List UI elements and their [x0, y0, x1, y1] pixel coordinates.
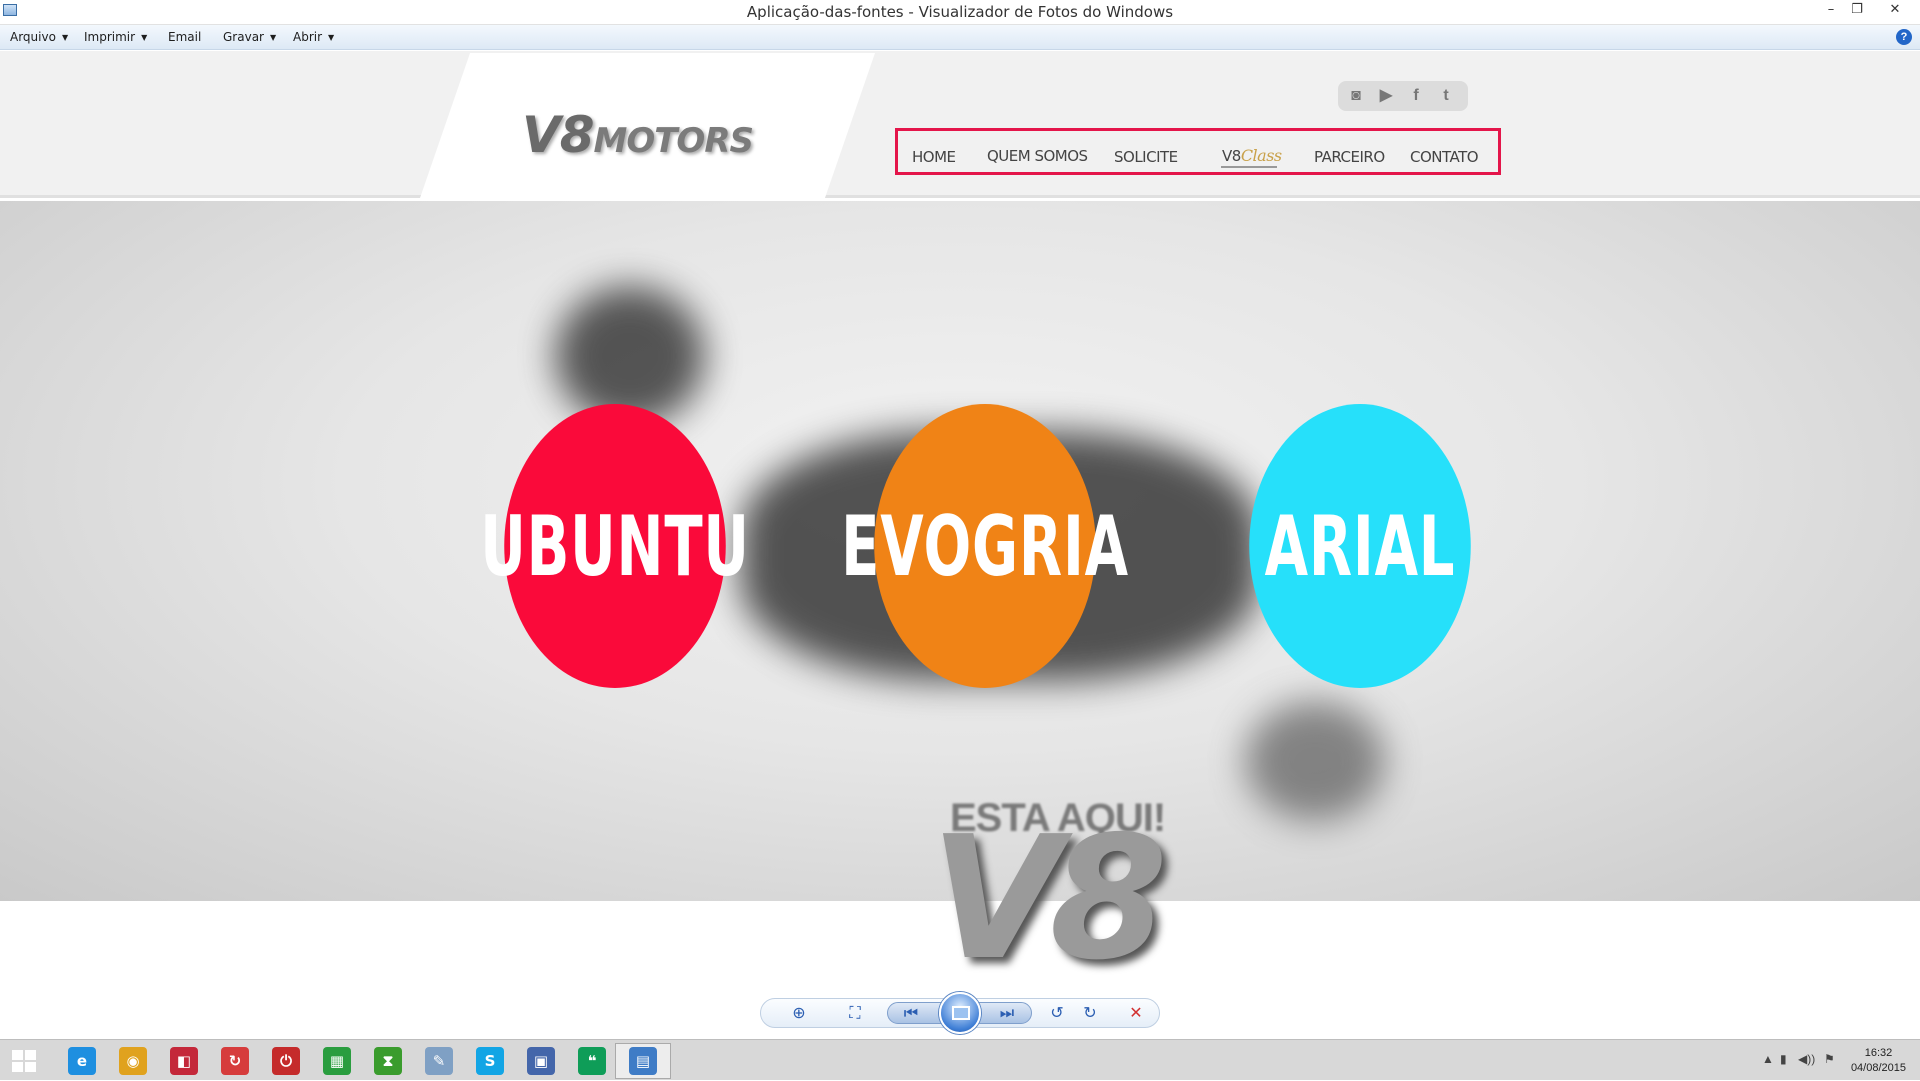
clock-time: 16:32 — [1864, 1047, 1893, 1059]
skype-icon: S — [476, 1047, 504, 1075]
power-app-icon: ⏻ — [272, 1047, 300, 1075]
photo-viewer-icon: ▤ — [629, 1047, 657, 1075]
menu-imprimir[interactable]: Imprimir ▼ — [84, 30, 147, 44]
internet-explorer-icon: e — [68, 1047, 96, 1075]
logo-motors-text: MOTORS — [593, 121, 755, 161]
nav-active-underline — [1221, 166, 1277, 168]
corel-icon: ⧗ — [374, 1047, 402, 1075]
zoom-icon[interactable]: ⊕ — [787, 1001, 811, 1025]
nav-class-label: Class — [1240, 146, 1282, 165]
nav-solicite: SOLICITE — [1114, 148, 1178, 166]
network-app-icon: ▣ — [527, 1047, 555, 1075]
website-header: V8MOTORS ◙ ▶ f t HOME QUEM SOMOS SOLICIT… — [0, 51, 1920, 198]
nav-quem-somos: QUEM SOMOS — [987, 147, 1088, 165]
font-circle-evogria: EVOGRIA — [841, 404, 1128, 688]
close-window-button[interactable]: ✕ — [1884, 2, 1906, 17]
font-label: ARIAL — [1264, 497, 1456, 595]
instagram-icon: ◙ — [1351, 87, 1361, 104]
menu-bar: Arquivo ▼ Imprimir ▼ Email Gravar ▼ Abrir ▼ … — [0, 25, 1920, 50]
font-label: UBUNTU — [480, 497, 750, 595]
taskbar-app[interactable]: S — [462, 1043, 518, 1079]
chevron-down-icon: ▼ — [141, 33, 148, 42]
window-title: Aplicação-das-fontes - Visualizador de F… — [746, 3, 1174, 21]
chevron-down-icon: ▼ — [269, 33, 277, 42]
menu-label: Arquivo — [10, 30, 56, 44]
system-tray: ▲ ▮ ◀)) ⚑ 16:32 04/08/2015 — [1750, 1040, 1920, 1081]
nav-parceiro: PARCEIRO — [1314, 148, 1385, 166]
facebook-icon: f — [1413, 87, 1419, 104]
taskbar-app[interactable]: ↻ — [207, 1043, 263, 1079]
next-icon[interactable]: ⏭ — [995, 1001, 1019, 1025]
taskbar-app[interactable]: ⏻ — [258, 1043, 314, 1079]
delete-icon[interactable]: ✕ — [1124, 1001, 1148, 1025]
menu-gravar[interactable]: Gravar ▼ — [223, 30, 276, 44]
nav-v8-class: V8Class — [1222, 146, 1282, 165]
taskbar-app[interactable]: ▣ — [513, 1043, 569, 1079]
taskbar-app[interactable]: ❝ — [564, 1043, 620, 1079]
taskbar-app[interactable]: ⧗ — [360, 1043, 416, 1079]
font-label: EVOGRIA — [841, 497, 1129, 595]
clock-date: 04/08/2015 — [1850, 1062, 1906, 1074]
menu-label: Email — [168, 30, 202, 44]
tray-expand-icon[interactable]: ▲ — [1762, 1052, 1774, 1066]
nav-home: HOME — [912, 148, 956, 166]
taskbar-app[interactable]: ▦ — [309, 1043, 365, 1079]
notepad-icon: ✎ — [425, 1047, 453, 1075]
volume-icon[interactable]: ◀)) — [1798, 1052, 1815, 1066]
action-center-icon[interactable]: ⚑ — [1824, 1052, 1835, 1066]
chrome-icon: ◉ — [119, 1047, 147, 1075]
font-circle-ubuntu: UBUNTU — [480, 404, 749, 688]
rotate-right-icon[interactable]: ↻ — [1078, 1001, 1102, 1025]
chevron-down-icon: ▼ — [61, 33, 69, 42]
menu-arquivo[interactable]: Arquivo ▼ — [10, 30, 68, 44]
logo-v8-text: V8 — [522, 106, 594, 164]
slideshow-button[interactable] — [939, 992, 981, 1034]
app-red-toggle-icon: ◧ — [170, 1047, 198, 1075]
taskbar-app[interactable]: ▤ — [615, 1043, 671, 1079]
v8-big-logo: V8 — [930, 800, 1168, 983]
menu-abrir[interactable]: Abrir ▼ — [293, 30, 334, 44]
taskbar-app[interactable]: e — [54, 1043, 110, 1079]
blurred-shape — [1245, 701, 1385, 821]
nav-contato: CONTATO — [1410, 148, 1479, 166]
network-icon[interactable]: ▮ — [1780, 1052, 1787, 1066]
taskbar-app[interactable]: ✎ — [411, 1043, 467, 1079]
minimize-button[interactable]: – — [1820, 2, 1842, 17]
help-icon[interactable]: ? — [1896, 29, 1912, 45]
store-icon: ▦ — [323, 1047, 351, 1075]
windows-start-icon[interactable] — [12, 1050, 36, 1072]
taskbar-app[interactable]: ◧ — [156, 1043, 212, 1079]
photo-canvas: V8MOTORS ◙ ▶ f t HOME QUEM SOMOS SOLICIT… — [0, 51, 1920, 983]
previous-icon[interactable]: ⏮ — [899, 1001, 923, 1025]
restore-button[interactable]: ❐ — [1846, 2, 1868, 17]
sync-app-icon: ↻ — [221, 1047, 249, 1075]
rotate-left-icon[interactable]: ↺ — [1045, 1001, 1069, 1025]
social-links: ◙ ▶ f t — [1338, 81, 1468, 111]
youtube-icon: ▶ — [1379, 87, 1393, 104]
taskbar-app[interactable]: ◉ — [105, 1043, 161, 1079]
font-circle-arial: ARIAL — [1249, 404, 1471, 688]
window-title-bar: Aplicação-das-fontes - Visualizador de F… — [0, 0, 1920, 25]
v8-motors-logo: V8MOTORS — [522, 106, 755, 164]
fit-window-icon[interactable]: ⛶ — [843, 1001, 867, 1025]
windows-taskbar: e ◉ ◧ ↻ ⏻ ▦ ⧗ ✎ S ▣ ❝ ▤ ▲ ▮ ◀)) ⚑ 16:32 04/08/2015 — [0, 1039, 1920, 1080]
hangouts-icon: ❝ — [578, 1047, 606, 1075]
clock[interactable]: 16:32 04/08/2015 — [1851, 1046, 1906, 1076]
menu-label: Gravar — [223, 30, 264, 44]
slideshow-icon — [952, 1006, 970, 1020]
nav-v8-label: V8 — [1222, 147, 1241, 165]
menu-label: Abrir — [293, 30, 323, 44]
chevron-down-icon: ▼ — [328, 33, 335, 42]
twitter-icon: t — [1443, 87, 1449, 104]
menu-label: Imprimir — [84, 30, 136, 44]
viewer-toolbar: ⊕ ⛶ ⏮ ⏭ ↺ ↻ ✕ — [0, 983, 1920, 1039]
menu-email[interactable]: Email — [168, 30, 201, 44]
